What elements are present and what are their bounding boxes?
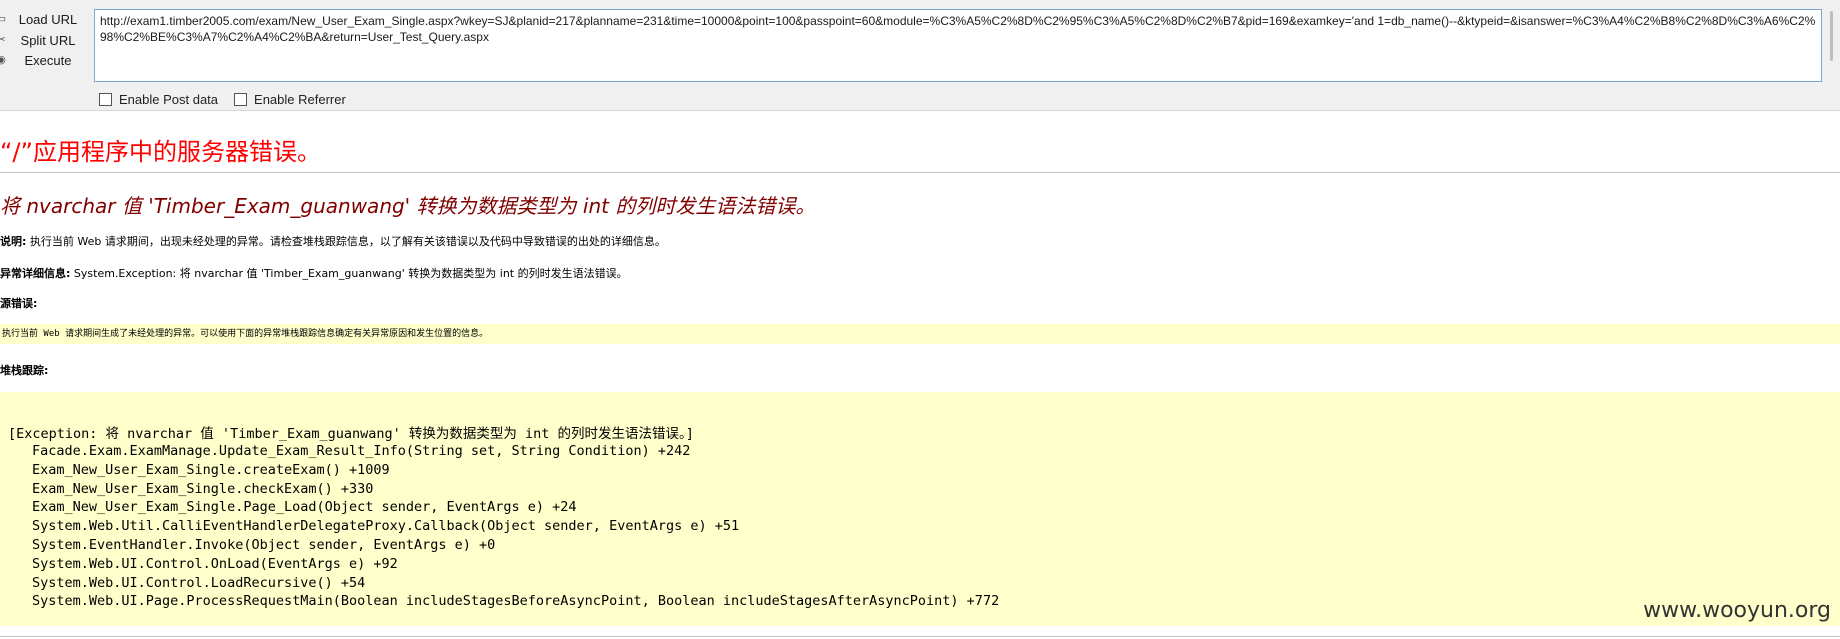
url-scrollbar[interactable] [1826, 9, 1838, 82]
stack-trace-line: Exam_New_User_Exam_Single.checkExam() +3… [32, 480, 374, 497]
exception-details-line: 异常详细信息: System.Exception: 将 nvarchar 值 '… [0, 267, 628, 280]
checkbox-box[interactable] [234, 92, 248, 106]
stack-trace-line: Exam_New_User_Exam_Single.Page_Load(Obje… [32, 499, 577, 516]
stack-trace-line: System.Web.UI.Page.ProcessRequestMain(Bo… [32, 593, 1000, 610]
stack-trace-label: 堆栈跟踪: [0, 364, 49, 377]
divider [0, 172, 1840, 173]
app-error-heading: “/”应用程序中的服务器错误。 [0, 138, 321, 166]
url-textarea[interactable]: http://exam1.timber2005.com/exam/New_Use… [94, 9, 1822, 82]
stack-trace-line: System.EventHandler.Invoke(Object sender… [32, 536, 496, 553]
description-line: 说明: 执行当前 Web 请求期间，出现未经处理的异常。请检查堆栈跟踪信息，以了… [0, 235, 666, 248]
hackbar-toolbar: ▭ Load URL ✂ Split URL ◉ Execute http://… [0, 0, 1840, 111]
error-title: 将 nvarchar 值 'Timber_Exam_guanwang' 转换为数… [0, 194, 816, 218]
checkbox-box[interactable] [99, 92, 112, 106]
stack-trace-line: System.Web.UI.Control.OnLoad(EventArgs e… [32, 555, 398, 572]
hackbar-options: Enable Post data Enable Referrer [99, 91, 362, 107]
split-url-button[interactable]: ✂ Split URL [0, 29, 90, 51]
execute-button[interactable]: ◉ Execute [0, 49, 90, 71]
load-url-button[interactable]: ▭ Load URL [0, 8, 90, 30]
enable-referrer-checkbox[interactable]: Enable Referrer [234, 92, 346, 107]
load-url-icon: ▭ [0, 13, 7, 25]
stack-trace-line: Facade.Exam.ExamManage.Update_Exam_Resul… [32, 443, 691, 459]
enable-post-checkbox[interactable]: Enable Post data [99, 92, 218, 107]
split-url-icon: ✂ [0, 34, 6, 46]
stack-trace-line: System.Web.UI.Control.LoadRecursive() +5… [32, 574, 366, 591]
source-error-box: 执行当前 Web 请求期间生成了未经处理的异常。可以使用下面的异常堆栈跟踪信息确… [0, 324, 1840, 344]
execute-icon: ◉ [0, 54, 6, 66]
bottom-divider [0, 636, 1840, 637]
stack-trace-line: Exam_New_User_Exam_Single.createExam() +… [32, 461, 390, 478]
stack-trace-lines: Facade.Exam.ExamManage.Update_Exam_Resul… [32, 442, 999, 611]
stack-trace-box: [Exception: 将 nvarchar 值 'Timber_Exam_gu… [0, 392, 1840, 626]
stack-trace-line: System.Web.Util.CalliEventHandlerDelegat… [32, 518, 740, 535]
source-error-label: 源错误: [0, 297, 38, 310]
watermark: www.wooyun.org [1643, 598, 1831, 623]
stack-trace-header: [Exception: 将 nvarchar 值 'Timber_Exam_gu… [8, 426, 694, 442]
error-page: “/”应用程序中的服务器错误。 将 nvarchar 值 'Timber_Exa… [0, 110, 1840, 639]
